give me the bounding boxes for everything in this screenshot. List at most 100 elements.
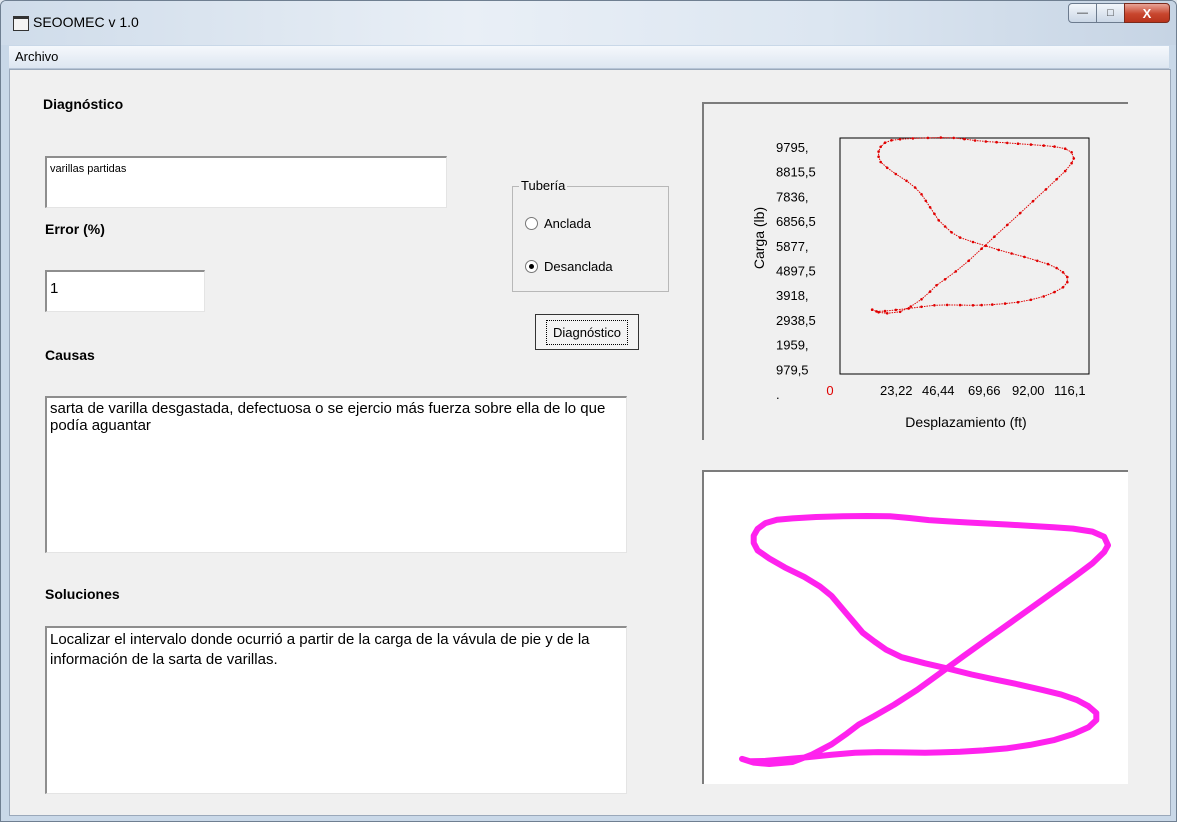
data-point [933,304,936,307]
data-point [952,136,955,140]
maximize-icon: □ [1107,7,1114,19]
data-point [924,199,928,203]
caption-buttons: — □ X [1068,3,1170,23]
data-point [885,166,889,170]
y-tick-label: 4897,5 [776,264,816,279]
app-icon [13,16,29,31]
data-point [885,312,889,315]
minimize-icon: — [1077,7,1088,19]
card-drawing-panel [702,470,1128,784]
data-point [950,231,953,234]
card-curve [739,513,1111,767]
data-point [933,212,936,216]
y-tick-label: 3918, [776,288,809,303]
y-tick-label: 8815,5 [776,165,816,180]
y-tick-label: 979,5 [776,362,809,377]
data-point [1070,161,1073,165]
data-point [1031,199,1035,203]
dynamometer-chart: 9795, 8815,5 7836, 6856,5 5877, 4897,5 3918, 29… [751,136,1090,430]
data-point [943,278,947,281]
x-tick-label: 46,44 [922,383,955,398]
data-point [1053,145,1056,148]
data-point [907,307,910,310]
data-point [980,303,983,307]
data-point [1042,295,1045,298]
data-point [997,248,1000,252]
data-point [993,235,996,238]
data-point [870,308,874,311]
data-point [1055,178,1058,181]
data-point [928,206,932,209]
data-point [894,308,898,312]
diagnostico-button[interactable]: Diagnóstico [535,314,639,350]
error-field[interactable]: 1 [45,270,205,312]
data-point [877,155,880,158]
data-point [928,290,932,293]
data-point [879,145,882,149]
menu-archivo[interactable]: Archivo [13,49,60,64]
data-point [1006,141,1009,145]
radio-desanclada[interactable]: Desanclada [525,259,613,274]
data-point [1006,223,1009,227]
data-point [1066,275,1069,279]
data-point [1029,298,1033,302]
data-point [1010,252,1013,255]
data-point [937,219,940,222]
maximize-button[interactable]: □ [1096,3,1125,23]
data-point [1072,157,1076,160]
data-point [1063,169,1067,173]
x-axis-label: Desplazamiento (ft) [905,414,1026,430]
data-point [894,172,898,176]
error-label: Error (%) [45,221,105,237]
y-tick-label: 5877, [776,239,809,254]
data-point [943,225,947,228]
radio-anclada-label: Anclada [544,216,591,231]
data-point [958,303,962,307]
data-point [905,179,908,183]
data-point [1029,143,1033,146]
data-point [971,304,975,307]
data-point [1016,300,1020,304]
minimize-button[interactable]: — [1068,3,1097,23]
radio-anclada[interactable]: Anclada [525,216,591,231]
radio-anclada-indicator[interactable] [525,217,538,230]
y-tick-label: 2938,5 [776,313,816,328]
diagnostico-field[interactable]: varillas partidas [45,156,447,208]
data-point [920,298,923,301]
data-point [1023,255,1026,259]
radio-desanclada-indicator[interactable] [525,260,538,273]
data-point [898,138,902,141]
radio-desanclada-label: Desanclada [544,259,613,274]
diagnostico-button-label: Diagnóstico [546,319,628,345]
data-point [913,186,917,189]
data-point [963,137,966,141]
soluciones-field[interactable]: Localizar el intervalo donde ocurrió a p… [45,626,627,794]
data-point [967,259,970,263]
data-point [935,284,938,287]
data-point [1018,211,1022,215]
x-tick-label: 116,1 [1054,383,1086,398]
plot-frame [839,137,1090,375]
causas-field[interactable]: sarta de varilla desgastada, defectuosa … [45,396,627,553]
data-point [973,139,977,142]
soluciones-label: Soluciones [45,586,120,602]
close-icon: X [1142,5,1152,21]
data-point [1003,302,1007,305]
data-point [898,310,902,314]
menu-bar: Archivo [9,46,1169,69]
y-tick-label: 7836, [776,189,809,204]
data-point [958,236,962,239]
chart-panel: 9795, 8815,5 7836, 6856,5 5877, 4897,5 3918, 29… [702,102,1128,440]
y-tick-label: 1959, [776,338,809,353]
title-bar[interactable]: SEOOMEC v 1.0 — □ X [1,1,1176,45]
y-tick-label: 6856,5 [776,214,816,229]
main-window: SEOOMEC v 1.0 — □ X Archivo Diagnóstico … [0,0,1177,822]
data-point [1070,151,1073,154]
x-tick-label: 92,00 [1012,383,1045,398]
close-button[interactable]: X [1124,3,1170,23]
data-point [890,139,893,142]
x-tick-label: 69,66 [968,383,1001,398]
data-point [995,140,998,144]
card-drawing [739,513,1111,767]
data-point [883,309,887,313]
